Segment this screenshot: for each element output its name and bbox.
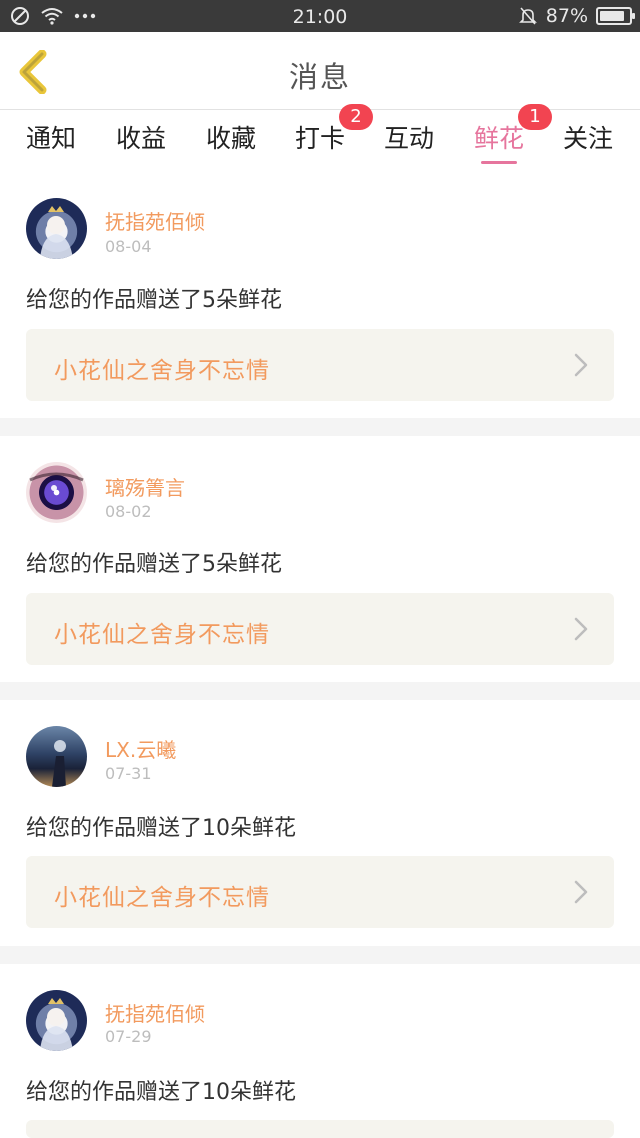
user-name[interactable]: 抚指苑佰倾 [105,998,205,1027]
tab-checkin[interactable]: 打卡 2 [295,104,373,155]
message-item[interactable]: LX.云曦 07-31 给您的作品赠送了10朵鲜花 小花仙之舍身不忘情 [0,700,640,946]
message-date: 07-29 [105,1027,152,1046]
message-text: 给您的作品赠送了5朵鲜花 [26,288,282,313]
battery-fill [600,11,625,21]
avatar-icon [52,740,66,787]
tab-favorites[interactable]: 收藏 [206,119,256,155]
tab-flowers-label: 鲜花 [474,124,525,153]
message-item[interactable]: 抚指苑佰倾 07-29 给您的作品赠送了10朵鲜花 [0,964,640,1138]
battery-percent: 87% [545,5,588,27]
avatar[interactable] [26,462,87,523]
divider [0,946,640,964]
tab-flowers[interactable]: 鲜花 1 [474,104,552,155]
chevron-right-icon [574,617,588,641]
nav-bar: 消息 [0,32,640,110]
message-item[interactable]: 璃殇箐言 08-02 给您的作品赠送了5朵鲜花 小花仙之舍身不忘情 [0,436,640,682]
avatar-icon [29,472,84,491]
avatar-icon [40,206,73,259]
tab-interaction[interactable]: 互动 [384,119,434,155]
message-item[interactable]: 抚指苑佰倾 08-04 给您的作品赠送了5朵鲜花 小花仙之舍身不忘情 [0,170,640,418]
message-date: 07-31 [105,764,152,783]
work-title: 小花仙之舍身不忘情 [54,622,270,648]
message-text: 给您的作品赠送了10朵鲜花 [26,1080,296,1105]
message-date: 08-02 [105,502,152,521]
avatar[interactable] [26,990,87,1051]
status-bar: 21:00 87% [0,0,640,32]
user-name[interactable]: 抚指苑佰倾 [105,206,205,235]
user-name[interactable]: 璃殇箐言 [105,472,185,501]
active-tab-indicator [481,161,517,164]
tab-earnings[interactable]: 收益 [116,119,166,155]
battery-icon [596,7,635,25]
status-right-icons: 87% [518,0,635,32]
user-name[interactable]: LX.云曦 [105,734,176,763]
work-link[interactable]: 小花仙之舍身不忘情 [26,593,614,665]
message-date: 08-04 [105,237,152,256]
work-link[interactable]: 小花仙之舍身不忘情 [26,329,614,401]
tab-follow[interactable]: 关注 [563,119,613,155]
messages-page: 21:00 87% 消息 通知 收益 收藏 打卡 2 互动 鲜花 1 关注 抚指… [0,0,640,1138]
avatar[interactable] [26,726,87,787]
work-link[interactable]: 小花仙之舍身不忘情 [26,856,614,928]
message-text: 给您的作品赠送了10朵鲜花 [26,816,296,841]
avatar-icon [40,998,73,1051]
tab-flowers-badge: 1 [518,104,552,130]
message-text: 给您的作品赠送了5朵鲜花 [26,552,282,577]
bell-off-icon [518,7,537,25]
tab-checkin-label: 打卡 [295,124,346,153]
divider [0,682,640,700]
chevron-right-icon [574,353,588,377]
divider [0,418,640,436]
avatar[interactable] [26,198,87,259]
page-title: 消息 [288,60,351,94]
tab-bar: 通知 收益 收藏 打卡 2 互动 鲜花 1 关注 [0,104,640,169]
work-title: 小花仙之舍身不忘情 [54,885,270,911]
tab-notice[interactable]: 通知 [26,119,76,155]
work-link[interactable] [26,1120,614,1138]
chevron-right-icon [574,880,588,904]
work-title: 小花仙之舍身不忘情 [54,358,270,384]
tab-checkin-badge: 2 [339,104,373,130]
